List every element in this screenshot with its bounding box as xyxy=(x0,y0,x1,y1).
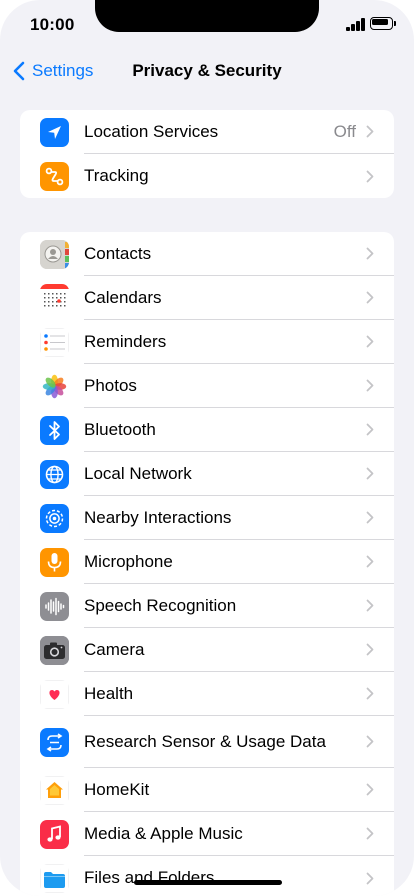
row-content: Reminders xyxy=(84,320,394,364)
settings-group-location: Location Services Off Tracking xyxy=(20,110,394,198)
settings-row-nearby-interactions[interactable]: Nearby Interactions xyxy=(20,496,394,540)
chevron-right-icon xyxy=(366,555,374,568)
calendar-icon xyxy=(40,283,69,313)
row-content: Local Network xyxy=(84,452,394,496)
settings-row-microphone[interactable]: Microphone xyxy=(20,540,394,584)
bluetooth-icon xyxy=(40,415,69,445)
row-content: Calendars xyxy=(84,276,394,320)
row-label: Microphone xyxy=(84,551,173,571)
settings-row-contacts[interactable]: Contacts xyxy=(20,232,394,276)
globe-icon xyxy=(40,459,69,489)
chevron-right-icon xyxy=(366,735,374,748)
chevron-right-icon xyxy=(366,247,374,260)
battery-icon xyxy=(370,17,396,30)
microphone-icon xyxy=(40,547,69,577)
settings-row-location-services[interactable]: Location Services Off xyxy=(20,110,394,154)
row-label: Photos xyxy=(84,375,137,395)
row-content: Nearby Interactions xyxy=(84,496,394,540)
row-label: Contacts xyxy=(84,243,152,263)
chevron-right-icon xyxy=(366,335,374,348)
chevron-right-icon xyxy=(366,511,374,524)
row-label: Files and Folders xyxy=(84,868,215,887)
settings-row-reminders[interactable]: Reminders xyxy=(20,320,394,364)
chevron-right-icon xyxy=(366,379,374,392)
chevron-right-icon xyxy=(366,170,374,182)
row-content: Speech Recognition xyxy=(84,584,394,628)
row-content: Photos xyxy=(84,364,394,408)
row-label: Location Services xyxy=(84,121,219,141)
settings-row-health[interactable]: Health xyxy=(20,672,394,716)
camera-icon xyxy=(40,635,69,665)
page-title: Privacy & Security xyxy=(132,61,282,80)
row-label: Calendars xyxy=(84,287,162,307)
nearby-interactions-icon xyxy=(40,503,69,533)
row-content: Microphone xyxy=(84,540,394,584)
row-content: Health xyxy=(84,672,394,716)
chevron-right-icon xyxy=(366,687,374,700)
settings-row-local-network[interactable]: Local Network xyxy=(20,452,394,496)
heart-icon xyxy=(40,679,69,709)
phone-screen: 10:00 Settings Privacy & Security Locati… xyxy=(0,0,414,896)
waveform-icon xyxy=(40,591,69,621)
settings-row-media-and-apple-music[interactable]: Media & Apple Music xyxy=(20,812,394,856)
row-label: Local Network xyxy=(84,463,192,483)
music-note-icon xyxy=(40,819,69,849)
chevron-right-icon xyxy=(366,643,374,656)
row-label: HomeKit xyxy=(84,779,150,799)
settings-row-speech-recognition[interactable]: Speech Recognition xyxy=(20,584,394,628)
row-content: Tracking xyxy=(84,154,394,198)
row-label: Reminders xyxy=(84,331,167,351)
row-content: Files and Folders xyxy=(84,856,394,896)
chevron-right-icon xyxy=(366,783,374,796)
row-label: Research Sensor & Usage Data xyxy=(84,731,326,751)
settings-row-tracking[interactable]: Tracking xyxy=(20,154,394,198)
status-bar: 10:00 xyxy=(0,0,414,48)
row-content: Bluetooth xyxy=(84,408,394,452)
contacts-icon xyxy=(40,239,69,269)
tracking-icon xyxy=(40,161,69,191)
chevron-right-icon xyxy=(366,291,374,304)
row-label: Tracking xyxy=(84,166,149,185)
row-label: Media & Apple Music xyxy=(84,823,243,843)
row-content: Camera xyxy=(84,628,394,672)
row-content: HomeKit xyxy=(84,768,394,812)
row-label: Camera xyxy=(84,639,145,659)
row-label: Speech Recognition xyxy=(84,595,237,615)
chevron-right-icon xyxy=(366,423,374,436)
photos-icon xyxy=(40,371,69,401)
chevron-right-icon xyxy=(366,872,374,884)
row-content: Contacts xyxy=(84,232,394,276)
chevron-right-icon xyxy=(366,827,374,840)
row-content: Media & Apple Music xyxy=(84,812,394,856)
row-label: Bluetooth xyxy=(84,419,156,439)
settings-row-camera[interactable]: Camera xyxy=(20,628,394,672)
chevron-right-icon xyxy=(366,599,374,612)
row-value: Off xyxy=(333,121,356,141)
location-arrow-icon xyxy=(40,117,69,147)
chevron-right-icon xyxy=(366,125,374,138)
row-label: Health xyxy=(84,683,134,703)
research-icon xyxy=(40,727,69,757)
status-time: 10:00 xyxy=(30,15,75,34)
settings-row-bluetooth[interactable]: Bluetooth xyxy=(20,408,394,452)
settings-group-permissions: Contacts Calendars Reminders Photos Bluetoot… xyxy=(20,232,394,896)
settings-row-photos[interactable]: Photos xyxy=(20,364,394,408)
chevron-right-icon xyxy=(366,467,374,480)
settings-row-research-sensor-and-usage-data[interactable]: Research Sensor & Usage Data xyxy=(20,716,394,768)
home-indicator[interactable] xyxy=(134,880,282,885)
settings-row-files-and-folders[interactable]: Files and Folders xyxy=(20,856,394,896)
reminders-icon xyxy=(40,327,69,357)
settings-row-homekit[interactable]: HomeKit xyxy=(20,768,394,812)
folder-icon xyxy=(40,863,69,893)
row-content: Location Services Off xyxy=(84,110,394,154)
row-label: Nearby Interactions xyxy=(84,507,232,527)
row-content: Research Sensor & Usage Data xyxy=(84,716,394,768)
notch xyxy=(95,0,319,32)
cellular-signal-icon xyxy=(346,18,366,31)
home-icon xyxy=(40,775,69,805)
settings-row-calendars[interactable]: Calendars xyxy=(20,276,394,320)
navigation-bar: Settings Privacy & Security xyxy=(0,48,414,94)
